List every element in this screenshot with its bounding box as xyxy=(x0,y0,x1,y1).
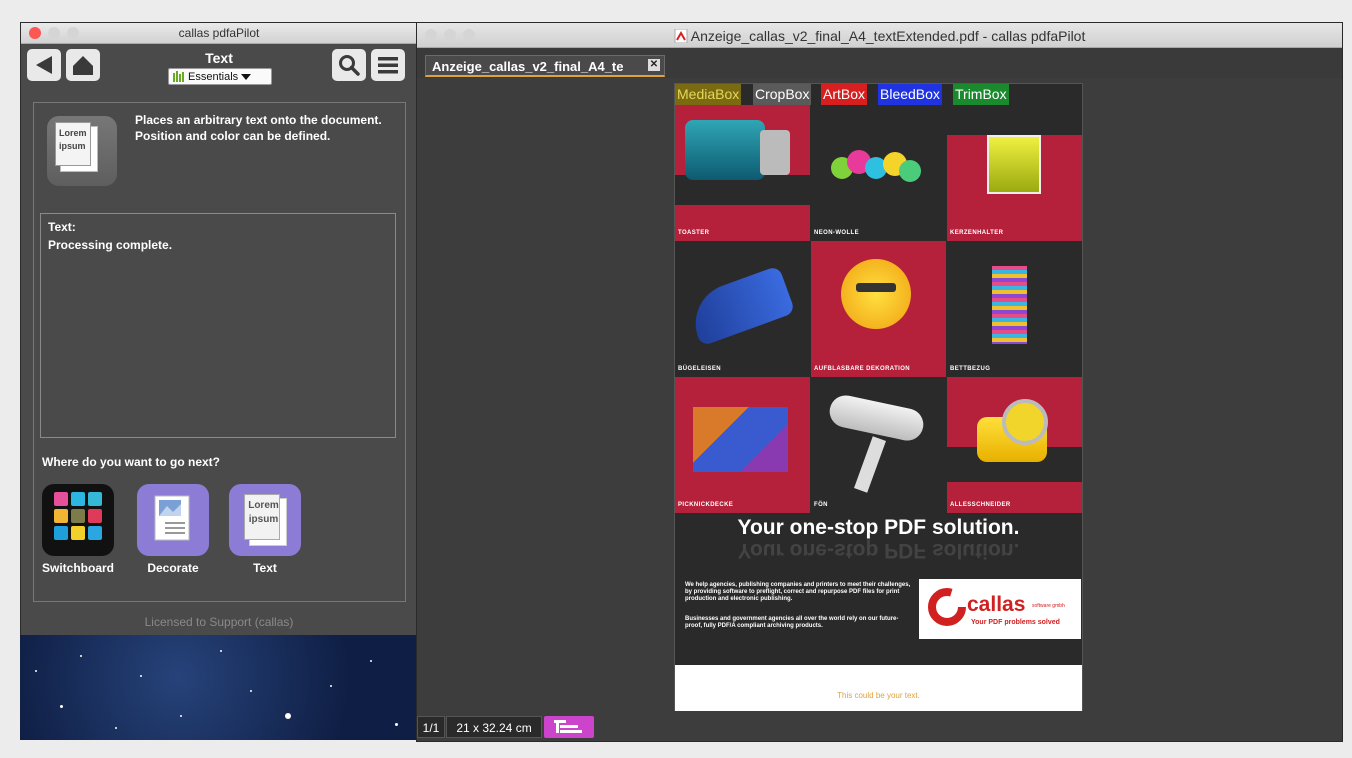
callas-logo: callas software gmbh Your PDF problems s… xyxy=(919,579,1081,639)
window-title: callas pdfaPilot xyxy=(178,26,260,40)
tool-toolbar: Text Essentials xyxy=(21,44,417,90)
tool-panel: Lorem ipsum Places an arbitrary text ont… xyxy=(33,102,406,602)
document-window-title: Anzeige_callas_v2_final_A4_textExtended.… xyxy=(690,28,1086,44)
page-size: 21 x 32.24 cm xyxy=(446,716,542,738)
tool-description: Places an arbitrary text onto the docume… xyxy=(135,113,382,143)
product-label: Aufblasbare Dekoration xyxy=(814,366,911,372)
status-bar: 1/1 21 x 32.24 cm xyxy=(417,711,1342,741)
next-prompt: Where do you want to go next? xyxy=(42,455,220,469)
hamburger-menu-icon xyxy=(378,57,398,74)
switchboard-grid-icon xyxy=(42,484,114,556)
slug-area: This could be your text. xyxy=(675,665,1082,717)
tool-group-label: Essentials xyxy=(188,70,239,83)
decorate-label: Decorate xyxy=(147,561,199,575)
product-cell: Picknickdecke xyxy=(675,377,810,513)
search-button[interactable] xyxy=(332,49,366,81)
ad-headline-reflection: Your one-stop PDF solution. xyxy=(737,539,1020,562)
product-cell: Toaster xyxy=(675,105,810,241)
left-window-titlebar: callas pdfaPilot xyxy=(21,23,417,44)
lorem-word: Lorem xyxy=(59,128,87,138)
text-field-label: Text: xyxy=(48,220,76,234)
page-count[interactable]: 1/1 xyxy=(417,716,445,738)
product-label: Neon-Wolle xyxy=(814,230,859,236)
product-label: Picknickdecke xyxy=(678,502,734,508)
box-label-trimbox: TrimBox xyxy=(953,84,1009,105)
structure-tree-icon xyxy=(554,720,582,733)
text-app-button[interactable]: Lorem ipsum Text xyxy=(225,484,305,575)
callas-c-icon xyxy=(928,588,966,626)
license-text: Licensed to Support (callas) xyxy=(144,615,294,629)
product-cell: Aufblasbare Dekoration xyxy=(811,241,946,377)
decorate-button[interactable]: Decorate xyxy=(133,484,213,575)
search-icon xyxy=(339,55,360,76)
ipsum-word: ipsum xyxy=(59,141,86,151)
product-cell: Fön xyxy=(811,377,946,513)
product-label: Bettbezug xyxy=(950,366,991,372)
switchboard-label: Switchboard xyxy=(41,561,114,575)
decorate-icon xyxy=(137,484,209,556)
text-app-label: Text xyxy=(253,561,277,575)
ad-paragraph-1: We help agencies, publishing companies a… xyxy=(685,582,911,602)
logo-text: callas xyxy=(967,593,1026,616)
desktop-background xyxy=(20,635,416,740)
product-cell: Neon-Wolle xyxy=(811,105,946,241)
close-tab-icon[interactable]: ✕ xyxy=(648,59,660,71)
product-label: Fön xyxy=(814,502,828,508)
product-label: Toaster xyxy=(678,230,710,236)
product-cell: Bügeleisen xyxy=(675,241,810,377)
switchboard-button[interactable]: Switchboard xyxy=(38,484,118,575)
pdf-page: MediaBox CropBox ArtBox BleedBox TrimBox Toa… xyxy=(674,83,1083,718)
text-tool-icon: Lorem ipsum xyxy=(47,116,117,186)
product-cell: Allesschneider xyxy=(947,377,1082,513)
product-label: Bügeleisen xyxy=(678,366,722,372)
lorem-word: Lorem xyxy=(248,500,279,511)
pdfapilot-tool-window: callas pdfaPilot Text Essentials Lorem i… xyxy=(20,22,418,636)
ad-headline: Your one-stop PDF solution. xyxy=(737,516,1020,539)
text-field-value: Processing complete. xyxy=(48,238,173,252)
box-label-artbox: ArtBox xyxy=(821,84,868,105)
tool-group-dropdown[interactable]: Essentials xyxy=(168,68,272,85)
chevron-down-icon xyxy=(241,73,252,80)
logo-tagline: Your PDF problems solved xyxy=(971,619,1060,626)
text-field[interactable]: Text: Processing complete. xyxy=(40,213,396,438)
structure-button[interactable] xyxy=(544,716,594,738)
ad-paragraph-2: Businesses and government agencies all o… xyxy=(685,616,899,629)
document-tab-bar: Anzeige_callas_v2_final_A4_te ✕ xyxy=(417,48,1342,79)
product-label: Allesschneider xyxy=(950,502,1011,508)
ipsum-word: ipsum xyxy=(248,514,279,525)
document-titlebar: Anzeige_callas_v2_final_A4_textExtended.… xyxy=(417,23,1342,48)
product-label: Kerzenhalter xyxy=(950,230,1004,236)
product-cell: Bettbezug xyxy=(947,241,1082,377)
box-label-cropbox: CropBox xyxy=(753,84,812,105)
slug-text: This could be your text. xyxy=(837,691,920,700)
logo-small-text: software gmbh xyxy=(1032,603,1065,609)
box-label-bleedbox: BleedBox xyxy=(878,84,942,105)
product-cell: Kerzenhalter xyxy=(947,105,1082,241)
document-view[interactable]: MediaBox CropBox ArtBox BleedBox TrimBox Toa… xyxy=(417,78,1342,718)
box-label-mediabox: MediaBox xyxy=(675,84,742,105)
document-tab[interactable]: Anzeige_callas_v2_final_A4_te ✕ xyxy=(425,55,665,77)
bars-icon xyxy=(173,71,184,82)
menu-button[interactable] xyxy=(371,49,405,81)
pdf-file-icon xyxy=(674,28,688,44)
document-tab-label: Anzeige_callas_v2_final_A4_te xyxy=(432,59,624,74)
pdf-document-window: Anzeige_callas_v2_final_A4_textExtended.… xyxy=(416,22,1343,742)
lorem-ipsum-icon: Lorem ipsum xyxy=(229,484,301,556)
